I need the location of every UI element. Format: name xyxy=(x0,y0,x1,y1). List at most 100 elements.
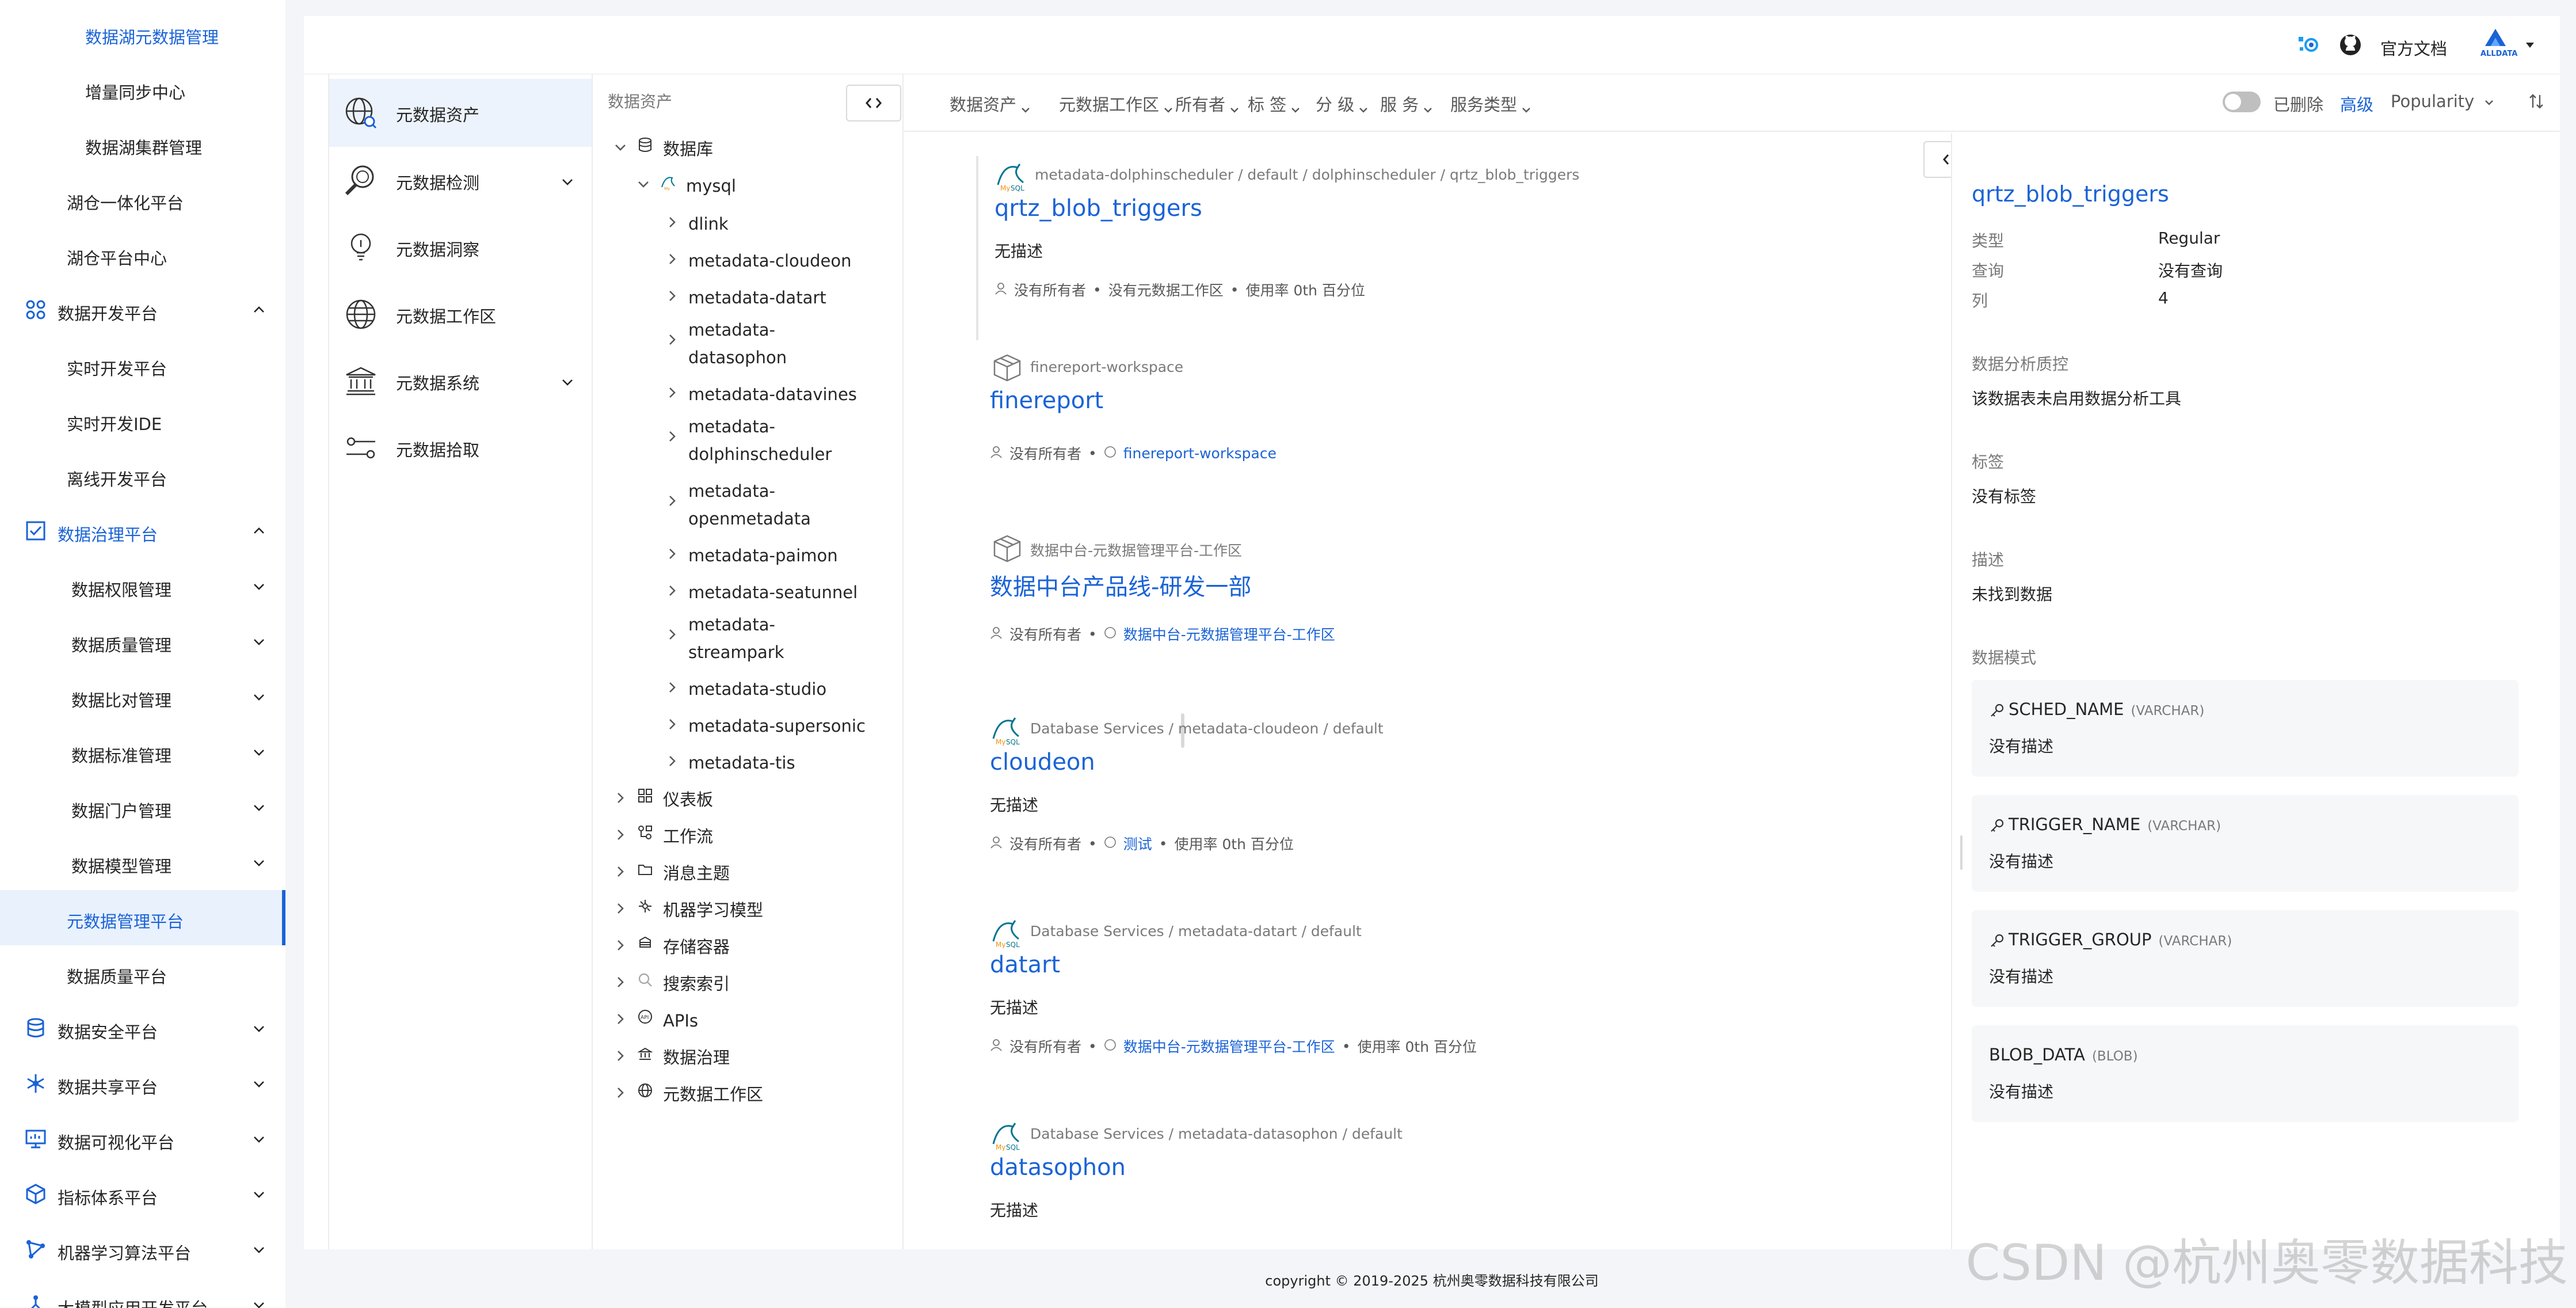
menu-item[interactable]: 元数据系统 xyxy=(329,347,592,415)
tree-node[interactable]: metadata-datart xyxy=(665,284,942,311)
chevron-right-icon[interactable] xyxy=(665,384,679,398)
filter-dropdown[interactable]: 标 签 xyxy=(1248,92,1301,116)
chevron-right-icon[interactable] xyxy=(613,1084,627,1098)
chevron-right-icon[interactable] xyxy=(665,287,679,301)
tree-node[interactable]: metadata- streampark xyxy=(665,611,942,666)
result-card[interactable]: My SQL Database Services / metadata-dataso… xyxy=(990,1117,1911,1249)
sidebar-item[interactable]: 数据标准管理 xyxy=(0,724,285,780)
breadcrumb[interactable]: 数据中台-元数据管理平台-工作区 xyxy=(1030,539,1242,560)
sidebar-item[interactable]: 数据湖元数据管理 xyxy=(0,6,285,61)
chevron-right-icon[interactable] xyxy=(613,900,627,914)
result-card[interactable]: My SQL metadata-dolphinscheduler / default… xyxy=(994,158,1915,320)
breadcrumb[interactable]: finereport-workspace xyxy=(1030,359,1183,375)
sidebar-item[interactable]: 实时开发平台 xyxy=(0,337,285,393)
sidebar-item[interactable]: 实时开发IDE xyxy=(0,393,285,448)
tree-node[interactable]: metadata- dolphinscheduler xyxy=(665,413,942,468)
chevron-right-icon[interactable] xyxy=(613,974,627,987)
chevron-right-icon[interactable] xyxy=(665,626,679,640)
tree-node[interactable]: metadata-cloudeon xyxy=(665,247,942,275)
chevron-right-icon[interactable] xyxy=(613,1047,627,1061)
tree-node[interactable]: metadata-seatunnel xyxy=(665,579,942,606)
chevron-right-icon[interactable] xyxy=(665,545,679,559)
chevron-down-icon[interactable] xyxy=(613,139,627,153)
menu-item[interactable]: 元数据资产 xyxy=(329,79,592,147)
result-title[interactable]: finereport xyxy=(990,387,1103,414)
sidebar-item[interactable]: 数据比对管理 xyxy=(0,669,285,724)
filter-dropdown[interactable]: 分 级 xyxy=(1316,92,1369,116)
schema-column-card[interactable]: BLOB_DATA (BLOB) 没有描述 xyxy=(1972,1025,2518,1122)
detail-resize-handle[interactable] xyxy=(1960,835,1963,870)
filter-dropdown[interactable]: 数据资产 xyxy=(950,92,1031,116)
sidebar-item[interactable]: 数据质量平台 xyxy=(0,945,285,1001)
chevron-right-icon[interactable] xyxy=(613,863,627,877)
menu-item[interactable]: 元数据拾取 xyxy=(329,414,592,482)
tree-node[interactable]: 机器学习模型 xyxy=(613,896,890,924)
chevron-right-icon[interactable] xyxy=(665,679,679,693)
filter-dropdown[interactable]: 所有者 xyxy=(1175,92,1240,116)
result-title[interactable]: datart xyxy=(990,952,1060,978)
sidebar-item[interactable]: 数据质量管理 xyxy=(0,614,285,669)
sidebar-item[interactable]: 湖仓一体化平台 xyxy=(0,172,285,227)
workspace-link[interactable]: 数据中台-元数据管理平台-工作区 xyxy=(1123,1036,1335,1056)
chevron-right-icon[interactable] xyxy=(665,492,679,506)
result-title[interactable]: datasophon xyxy=(990,1154,1126,1181)
chevron-right-icon[interactable] xyxy=(665,250,679,264)
result-card[interactable]: finereport-workspace finereport 没有所有者 • fine… xyxy=(990,351,1911,512)
sort-dropdown[interactable]: Popularity xyxy=(2391,92,2495,111)
tree-node[interactable]: 数据治理 xyxy=(613,1044,890,1071)
chevron-right-icon[interactable] xyxy=(665,752,679,766)
workspace-link[interactable]: 数据中台-元数据管理平台-工作区 xyxy=(1123,623,1335,644)
breadcrumb[interactable]: Database Services / metadata-cloudeon / … xyxy=(1030,720,1384,737)
sidebar-item[interactable]: 数据模型管理 xyxy=(0,835,285,890)
sidebar-item[interactable]: 机器学习算法平台 xyxy=(0,1222,285,1277)
menu-item[interactable]: 元数据检测 xyxy=(329,147,592,215)
sort-order-icon[interactable] xyxy=(2528,93,2545,110)
filter-dropdown[interactable]: 服 务 xyxy=(1380,92,1434,116)
chevron-right-icon[interactable] xyxy=(665,716,679,729)
sidebar-item[interactable]: 数据门户管理 xyxy=(0,780,285,835)
workspace-link[interactable]: finereport-workspace xyxy=(1123,445,1276,462)
chevron-right-icon[interactable] xyxy=(665,428,679,442)
breadcrumb[interactable]: metadata-dolphinscheduler / default / do… xyxy=(1035,166,1579,183)
schema-column-card[interactable]: TRIGGER_GROUP (VARCHAR) 没有描述 xyxy=(1972,910,2518,1007)
tree-node[interactable]: metadata- datasophon xyxy=(665,316,942,371)
filter-dropdown[interactable]: 服务类型 xyxy=(1450,92,1532,116)
tree-node[interactable]: My mysql xyxy=(637,172,913,200)
breadcrumb[interactable]: Database Services / metadata-datart / de… xyxy=(1030,923,1362,940)
chevron-right-icon[interactable] xyxy=(665,582,679,596)
sidebar-item[interactable]: 指标体系平台 xyxy=(0,1166,285,1222)
sidebar-item[interactable]: 数据安全平台 xyxy=(0,1001,285,1056)
sidebar-item[interactable]: 湖仓平台中心 xyxy=(0,227,285,282)
sidebar-item[interactable]: 元数据管理平台 xyxy=(0,890,285,945)
tree-node[interactable]: metadata-tis xyxy=(665,749,942,777)
filter-dropdown[interactable]: 元数据工作区 xyxy=(1059,92,1174,116)
breadcrumb[interactable]: Database Services / metadata-datasophon … xyxy=(1030,1126,1403,1142)
tree-node[interactable]: metadata- openmetadata xyxy=(665,477,942,533)
caret-down-icon[interactable] xyxy=(2524,39,2536,51)
chevron-right-icon[interactable] xyxy=(665,214,679,227)
result-title[interactable]: qrtz_blob_triggers xyxy=(994,195,1202,222)
tree-node[interactable]: 元数据工作区 xyxy=(613,1081,890,1108)
integration-icon[interactable] xyxy=(2295,31,2323,59)
menu-item[interactable]: 元数据工作区 xyxy=(329,280,592,348)
tree-node[interactable]: metadata-studio xyxy=(665,675,942,703)
chevron-down-icon[interactable] xyxy=(637,176,650,189)
workspace-link[interactable]: 测试 xyxy=(1123,833,1152,854)
collapse-tree-button[interactable] xyxy=(846,85,901,121)
tree-node[interactable]: 搜索索引 xyxy=(613,970,890,998)
tree-node[interactable]: 仪表板 xyxy=(613,786,890,813)
sidebar-item[interactable]: 数据共享平台 xyxy=(0,1056,285,1111)
sidebar-item[interactable]: 数据开发平台 xyxy=(0,282,285,337)
detail-title[interactable]: qrtz_blob_triggers xyxy=(1972,181,2169,207)
tree-node[interactable]: 数据库 xyxy=(613,135,890,163)
result-card[interactable]: My SQL Database Services / metadata-cloude… xyxy=(990,712,1911,873)
chevron-right-icon[interactable] xyxy=(613,937,627,950)
result-title[interactable]: 数据中台产品线-研发一部 xyxy=(990,568,1251,602)
docs-link[interactable]: 官方文档 xyxy=(2380,36,2447,60)
chevron-right-icon[interactable] xyxy=(613,826,627,840)
advanced-link[interactable]: 高级 xyxy=(2340,92,2373,116)
chevron-right-icon[interactable] xyxy=(665,331,679,345)
sidebar-item[interactable]: 数据可视化平台 xyxy=(0,1111,285,1166)
tree-node[interactable]: metadata-supersonic xyxy=(665,712,942,740)
tree-node[interactable]: metadata-paimon xyxy=(665,542,942,569)
